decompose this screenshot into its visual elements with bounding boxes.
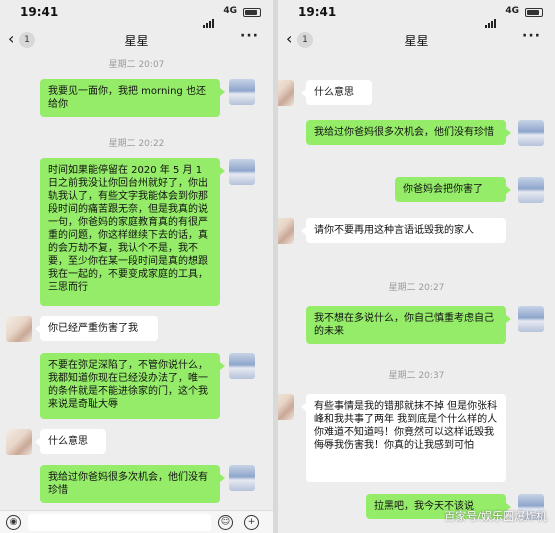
- network-label: 4G: [223, 6, 237, 16]
- emoji-icon[interactable]: ☺: [218, 515, 233, 530]
- avatar[interactable]: [6, 316, 32, 342]
- avatar[interactable]: [278, 394, 294, 420]
- message-bubble-sent: 我不想在多说什么，你自己慎重考虑自己的未来: [306, 306, 511, 344]
- message-bubble-sent: 我给过你爸妈很多次机会，他们没有珍惜: [40, 465, 225, 503]
- battery-icon: [525, 8, 543, 17]
- voice-icon[interactable]: ◉: [6, 515, 21, 530]
- message-bubble-received: 有些事情是我的错那就抹不掉 但是你张科峰和我共事了两年 我到底是个什么样的人你难…: [301, 394, 506, 482]
- message-bubble-received: 请你不要再用这种言语诋毁我的家人: [301, 218, 506, 243]
- status-time: 19:41: [20, 5, 59, 19]
- avatar[interactable]: [229, 465, 255, 491]
- message-bubble-received: 什么意思: [35, 429, 106, 454]
- screenshot-root: 19:41 4G ‹ 1 星星 ··· 星期二 20:07 我要见一面你，我把 …: [0, 0, 555, 533]
- plus-icon[interactable]: +: [244, 515, 259, 530]
- battery-icon: [243, 8, 261, 17]
- chat-header: ‹ 1 星星 ···: [0, 26, 273, 54]
- message-bubble-sent: 我给过你爸妈很多次机会，他们没有珍惜: [306, 120, 511, 145]
- chat-title: 星星: [124, 34, 149, 48]
- message-bubble-sent: 不要在弥足深陷了，不管你说什么，我都知道你现在已经没办法了，唯一的条件就是不能进…: [40, 353, 225, 419]
- avatar[interactable]: [518, 306, 544, 332]
- avatar[interactable]: [518, 177, 544, 203]
- avatar[interactable]: [229, 79, 255, 105]
- timestamp: 星期二 20:37: [388, 371, 445, 381]
- chat-header: ‹ 1 星星 ···: [278, 26, 555, 54]
- message-bubble-received: 你已经严重伤害了我: [35, 316, 158, 341]
- message-bubble-received: 什么意思: [301, 80, 372, 105]
- input-bar: ◉ ☺ +: [0, 510, 273, 533]
- status-time: 19:41: [298, 5, 337, 19]
- message-bubble-sent: 你爸妈会把你害了: [395, 177, 511, 202]
- status-bar: 19:41 4G: [278, 0, 555, 28]
- message-bubble-sent: 我要见一面你，我把 morning 也还给你: [40, 79, 225, 117]
- right-chat-screen: 19:41 4G ‹ 1 星星 ··· 什么意思 我给过你爸妈很多次机会，他们没…: [278, 0, 555, 533]
- timestamp: 星期二 20:07: [108, 60, 165, 70]
- avatar[interactable]: [229, 159, 255, 185]
- watermark: 百家号/娱乐圈爆炸机: [444, 510, 547, 523]
- avatar[interactable]: [278, 218, 294, 244]
- timestamp: 星期二 20:27: [388, 283, 445, 293]
- more-icon[interactable]: ···: [522, 28, 541, 44]
- more-icon[interactable]: ···: [240, 28, 259, 44]
- message-input[interactable]: [28, 514, 211, 531]
- avatar[interactable]: [278, 80, 294, 106]
- left-chat-screen: 19:41 4G ‹ 1 星星 ··· 星期二 20:07 我要见一面你，我把 …: [0, 0, 273, 533]
- network-label: 4G: [505, 6, 519, 16]
- avatar[interactable]: [229, 353, 255, 379]
- timestamp: 星期二 20:22: [108, 139, 165, 149]
- avatar[interactable]: [6, 429, 32, 455]
- avatar[interactable]: [518, 120, 544, 146]
- message-bubble-sent: 时间如果能停留在 2020 年 5 月 1 日之前我没让你回台州就好了，你出轨我…: [40, 158, 225, 306]
- status-bar: 19:41 4G: [0, 0, 273, 28]
- chat-title: 星星: [404, 34, 429, 48]
